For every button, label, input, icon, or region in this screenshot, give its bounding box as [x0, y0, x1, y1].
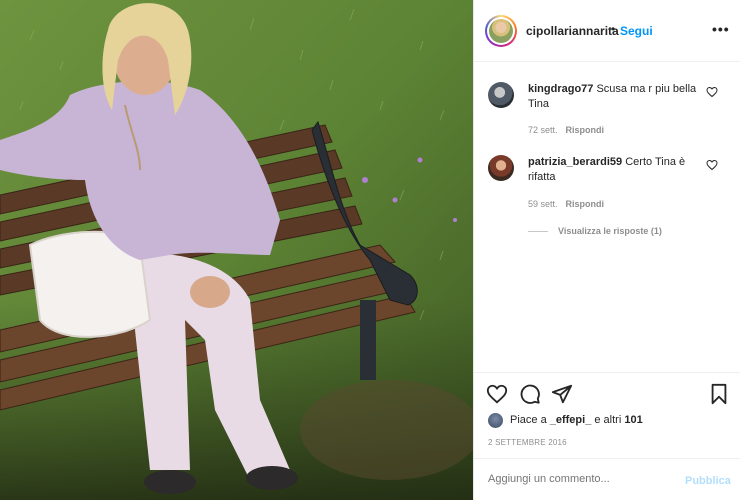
- likes-text: Piace a _effepi_ e altri 101: [510, 414, 643, 426]
- commenter-avatar[interactable]: [488, 82, 514, 108]
- commenter-username[interactable]: patrizia_berardi59: [528, 156, 622, 168]
- comment-meta: 72 sett. Rispondi: [528, 125, 604, 135]
- heart-icon[interactable]: [486, 383, 508, 405]
- like-comment-icon[interactable]: [706, 159, 718, 171]
- comment-item: patrizia_berardi59 Certo Tina è rifatta …: [488, 155, 728, 215]
- post-photo: [0, 0, 473, 500]
- commenter-avatar[interactable]: [488, 155, 514, 181]
- post-header: cipollariannarita • Segui •••: [474, 0, 740, 62]
- comment-icon[interactable]: [519, 383, 541, 405]
- likes-middle: e altri: [591, 414, 625, 426]
- bookmark-icon[interactable]: [708, 383, 730, 405]
- liker-username[interactable]: _effepi_: [550, 414, 592, 426]
- owner-avatar[interactable]: [485, 15, 517, 47]
- reply-button[interactable]: Rispondi: [566, 125, 605, 135]
- comment-item: kingdrago77 Scusa ma r piu bella Tina 72…: [488, 82, 728, 142]
- post-date: 2 SETTEMBRE 2016: [488, 438, 567, 447]
- commenter-username[interactable]: kingdrago77: [528, 83, 593, 95]
- liker-avatar[interactable]: [488, 413, 503, 428]
- photo-of-woman-on-park-bench: [0, 0, 473, 500]
- view-replies-button[interactable]: Visualizza le risposte (1): [528, 226, 662, 236]
- reply-button[interactable]: Rispondi: [566, 199, 605, 209]
- more-options-icon[interactable]: •••: [712, 21, 730, 37]
- comment-time: 72 sett.: [528, 125, 558, 135]
- post-side-panel: cipollariannarita • Segui ••• kingdrago7…: [473, 0, 740, 500]
- comment-meta: 59 sett. Rispondi: [528, 199, 604, 209]
- comment-input[interactable]: [488, 473, 678, 485]
- likes-prefix: Piace a: [510, 414, 550, 426]
- owner-username[interactable]: cipollariannarita: [526, 24, 619, 38]
- separator-dot: •: [611, 22, 616, 36]
- view-replies-label: Visualizza le risposte (1): [558, 226, 662, 236]
- follow-button[interactable]: Segui: [620, 24, 653, 38]
- publish-button[interactable]: Pubblica: [685, 475, 731, 487]
- share-icon[interactable]: [551, 383, 573, 405]
- like-comment-icon[interactable]: [706, 86, 718, 98]
- divider-line: [528, 231, 548, 233]
- comment-text: kingdrago77 Scusa ma r piu bella Tina: [528, 82, 708, 112]
- comment-text: patrizia_berardi59 Certo Tina è rifatta: [528, 155, 708, 185]
- likes-count[interactable]: 101: [624, 414, 642, 426]
- add-comment-bar: Pubblica: [474, 458, 740, 500]
- comment-time: 59 sett.: [528, 199, 558, 209]
